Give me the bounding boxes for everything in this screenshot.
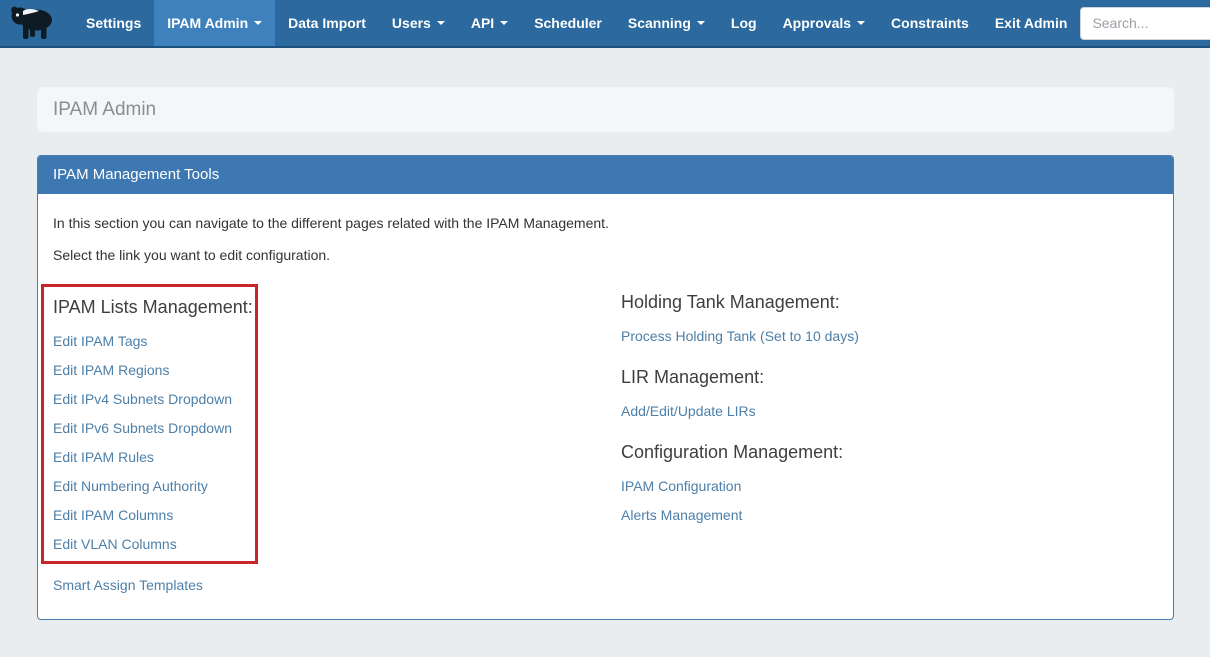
link-edit-ipam-regions[interactable]: Edit IPAM Regions (53, 362, 255, 378)
nav-label: Exit Admin (995, 15, 1068, 31)
panda-logo-icon (9, 3, 57, 43)
section-lir: LIR Management: Add/Edit/Update LIRs (621, 367, 1158, 419)
link-smart-assign-templates[interactable]: Smart Assign Templates (53, 577, 621, 593)
left-column: IPAM Lists Management: Edit IPAM Tags Ed… (53, 284, 621, 593)
nav-item-ipam-admin[interactable]: IPAM Admin (154, 0, 275, 46)
nav-label: IPAM Admin (167, 15, 248, 31)
intro-text-1: In this section you can navigate to the … (53, 215, 1158, 231)
highlight-box: IPAM Lists Management: Edit IPAM Tags Ed… (41, 284, 258, 564)
caret-down-icon (500, 21, 508, 25)
link-edit-ipam-columns[interactable]: Edit IPAM Columns (53, 507, 255, 523)
section-heading-ipam-lists: IPAM Lists Management: (53, 297, 255, 318)
nav-label: Data Import (288, 15, 366, 31)
link-edit-ipv6-subnets-dropdown[interactable]: Edit IPv6 Subnets Dropdown (53, 420, 255, 436)
section-heading-holding-tank: Holding Tank Management: (621, 292, 1158, 313)
ipam-management-panel: IPAM Management Tools In this section yo… (37, 155, 1174, 620)
search-input[interactable] (1080, 7, 1210, 40)
nav-label: Settings (86, 15, 141, 31)
link-edit-numbering-authority[interactable]: Edit Numbering Authority (53, 478, 255, 494)
nav-item-scanning[interactable]: Scanning (615, 0, 718, 46)
right-column: Holding Tank Management: Process Holding… (621, 284, 1158, 593)
link-edit-ipv4-subnets-dropdown[interactable]: Edit IPv4 Subnets Dropdown (53, 391, 255, 407)
search-group (1080, 7, 1210, 40)
section-configuration: Configuration Management: IPAM Configura… (621, 442, 1158, 523)
caret-down-icon (857, 21, 865, 25)
panel-body: In this section you can navigate to the … (38, 194, 1173, 613)
nav-label: Constraints (891, 15, 969, 31)
nav-label: Approvals (783, 15, 851, 31)
section-holding-tank: Holding Tank Management: Process Holding… (621, 292, 1158, 344)
top-navbar: Settings IPAM Admin Data Import Users AP… (0, 0, 1210, 48)
link-add-edit-update-lirs[interactable]: Add/Edit/Update LIRs (621, 403, 1158, 419)
section-heading-lir: LIR Management: (621, 367, 1158, 388)
link-ipam-configuration[interactable]: IPAM Configuration (621, 478, 1158, 494)
nav-item-users[interactable]: Users (379, 0, 458, 46)
link-alerts-management[interactable]: Alerts Management (621, 507, 1158, 523)
intro-text-2: Select the link you want to edit configu… (53, 247, 1158, 263)
caret-down-icon (697, 21, 705, 25)
nav-label: API (471, 15, 494, 31)
app-logo[interactable] (0, 0, 67, 46)
nav-label: Scanning (628, 15, 691, 31)
nav-item-scheduler[interactable]: Scheduler (521, 0, 615, 46)
link-edit-vlan-columns[interactable]: Edit VLAN Columns (53, 536, 255, 552)
nav-label: Scheduler (534, 15, 602, 31)
caret-down-icon (437, 21, 445, 25)
nav-label: Users (392, 15, 431, 31)
link-process-holding-tank[interactable]: Process Holding Tank (Set to 10 days) (621, 328, 1158, 344)
page-header: IPAM Admin (37, 87, 1174, 132)
section-heading-configuration: Configuration Management: (621, 442, 1158, 463)
nav-item-data-import[interactable]: Data Import (275, 0, 379, 46)
panel-heading: IPAM Management Tools (38, 156, 1173, 194)
nav-item-api[interactable]: API (458, 0, 521, 46)
link-edit-ipam-rules[interactable]: Edit IPAM Rules (53, 449, 255, 465)
nav-item-exit-admin[interactable]: Exit Admin (982, 0, 1081, 46)
caret-down-icon (254, 21, 262, 25)
page-container: IPAM Admin IPAM Management Tools In this… (37, 87, 1174, 620)
navbar-right-group (1080, 0, 1210, 46)
nav-label: Log (731, 15, 757, 31)
link-edit-ipam-tags[interactable]: Edit IPAM Tags (53, 333, 255, 349)
main-nav: Settings IPAM Admin Data Import Users AP… (73, 0, 1080, 46)
page-title: IPAM Admin (53, 99, 156, 121)
nav-item-approvals[interactable]: Approvals (770, 0, 878, 46)
nav-item-settings[interactable]: Settings (73, 0, 154, 46)
nav-item-log[interactable]: Log (718, 0, 770, 46)
panel-title: IPAM Management Tools (53, 166, 219, 183)
nav-item-constraints[interactable]: Constraints (878, 0, 982, 46)
links-columns: IPAM Lists Management: Edit IPAM Tags Ed… (53, 284, 1158, 593)
